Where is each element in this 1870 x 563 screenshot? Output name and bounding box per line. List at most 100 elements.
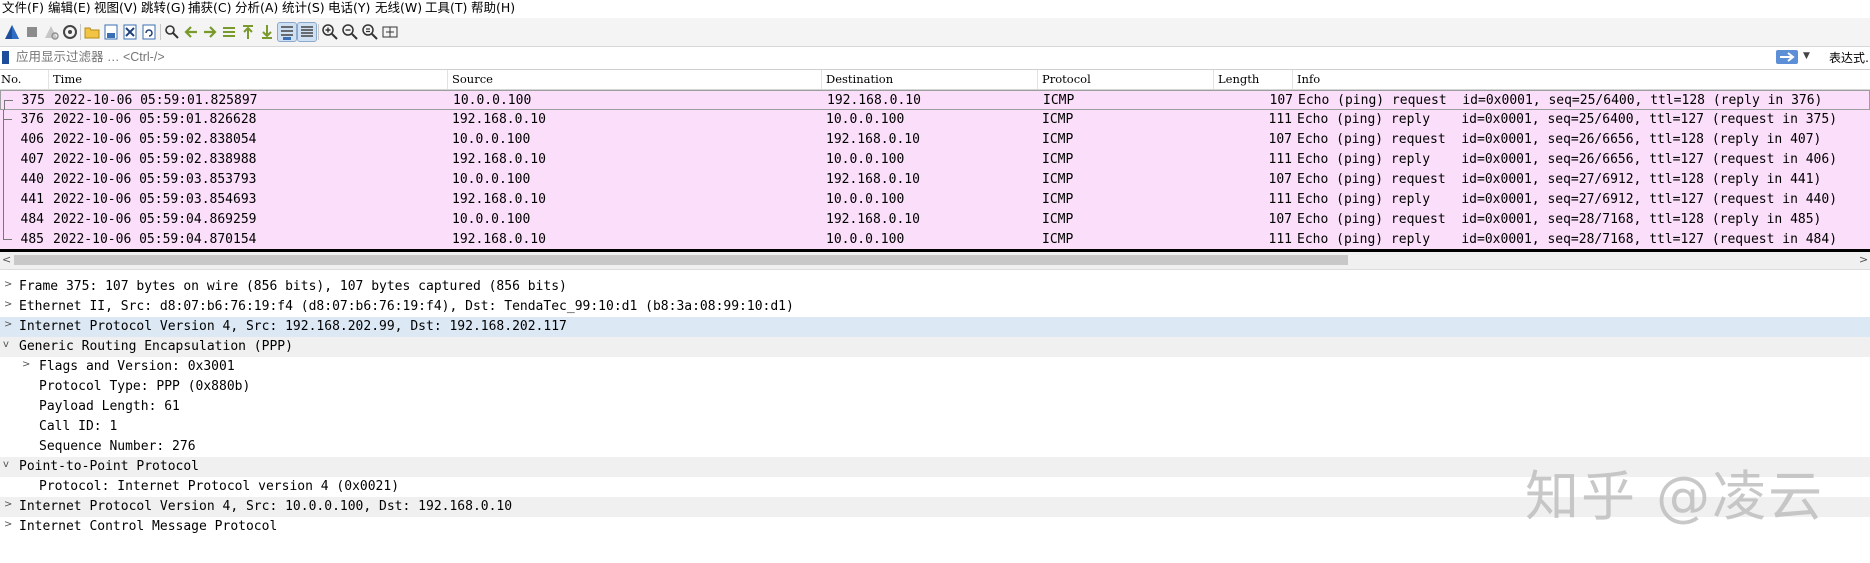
packet-row[interactable]: 485 2022-10-06 05:59:04.870154 192.168.0… [0, 230, 1870, 250]
scroll-left-icon[interactable]: < [2, 253, 11, 266]
stop-capture-icon[interactable] [23, 23, 41, 41]
packet-info: Echo (ping) request id=0x0001, seq=28/71… [1297, 212, 1822, 227]
packet-info: Echo (ping) reply id=0x0001, seq=28/7168… [1297, 232, 1838, 247]
packet-no: 484 [20, 212, 44, 227]
tree-item-ethernet[interactable]: > Ethernet II, Src: d8:07:b6:76:19:f4 (d… [0, 297, 1870, 317]
open-file-icon[interactable] [83, 23, 101, 41]
column-divider[interactable] [447, 70, 448, 89]
go-forward-icon[interactable] [201, 23, 219, 41]
tree-item-label: Frame 375: 107 bytes on wire (856 bits),… [19, 279, 567, 294]
tree-item-ipv4-outer[interactable]: > Internet Protocol Version 4, Src: 192.… [0, 317, 1870, 337]
packet-time: 2022-10-06 05:59:04.870154 [53, 232, 257, 247]
packet-source: 192.168.0.10 [452, 192, 546, 207]
normal-size-icon[interactable] [361, 23, 379, 41]
packet-protocol: ICMP [1042, 232, 1074, 247]
tree-item-label: Internet Protocol Version 4, Src: 10.0.0… [19, 499, 513, 514]
column-divider[interactable] [821, 70, 822, 89]
zoom-in-icon[interactable] [321, 23, 339, 41]
column-header-length[interactable]: Length [1218, 72, 1259, 86]
resize-columns-icon[interactable] [381, 23, 399, 41]
packet-row[interactable]: 375 2022-10-06 05:59:01.825897 10.0.0.10… [0, 90, 1870, 111]
column-header-no[interactable]: No. [1, 72, 21, 86]
chevron-right-icon[interactable]: > [4, 499, 14, 510]
colorize-icon[interactable] [297, 22, 317, 42]
watermark: 知乎 @凌云 [1525, 465, 1825, 528]
packet-row[interactable]: 406 2022-10-06 05:59:02.838054 10.0.0.10… [0, 130, 1870, 150]
packet-source: 10.0.0.100 [453, 93, 532, 108]
start-capture-icon[interactable] [3, 23, 21, 41]
column-header-time[interactable]: Time [53, 72, 82, 86]
bookmark-icon[interactable] [2, 51, 9, 64]
go-to-packet-icon[interactable] [220, 23, 238, 41]
tree-item-gre-flags[interactable]: > Flags and Version: 0x3001 [0, 357, 1870, 377]
tree-item-gre-protocol-type[interactable]: Protocol Type: PPP (0x880b) [0, 377, 1870, 397]
menu-telephony[interactable]: 电话(Y) [328, 0, 370, 16]
capture-options-icon[interactable] [61, 23, 79, 41]
packet-row[interactable]: 376 2022-10-06 05:59:01.826628 192.168.0… [0, 110, 1870, 130]
chevron-down-icon[interactable]: ▼ [1803, 51, 1810, 61]
column-divider[interactable] [1037, 70, 1038, 89]
menu-analyze[interactable]: 分析(A) [235, 0, 278, 16]
packet-time: 2022-10-06 05:59:01.825897 [54, 93, 258, 108]
column-header-source[interactable]: Source [452, 72, 493, 86]
tree-item-gre[interactable]: v Generic Routing Encapsulation (PPP) [0, 337, 1870, 357]
tree-item-label: Payload Length: 61 [39, 399, 180, 414]
packet-destination: 192.168.0.10 [826, 132, 920, 147]
autoscroll-icon[interactable] [277, 22, 297, 42]
chevron-right-icon[interactable]: > [4, 319, 14, 330]
column-header-info[interactable]: Info [1297, 72, 1320, 86]
packet-row[interactable]: 441 2022-10-06 05:59:03.854693 192.168.0… [0, 190, 1870, 210]
tree-item-gre-call-id[interactable]: Call ID: 1 [0, 417, 1870, 437]
scroll-right-icon[interactable]: > [1859, 253, 1868, 266]
menu-help[interactable]: 帮助(H) [471, 0, 515, 16]
display-filter-input[interactable] [16, 49, 1766, 65]
packet-row[interactable]: 484 2022-10-06 05:59:04.869259 10.0.0.10… [0, 210, 1870, 230]
packet-protocol: ICMP [1043, 93, 1075, 108]
tree-item-frame[interactable]: > Frame 375: 107 bytes on wire (856 bits… [0, 277, 1870, 297]
restart-capture-icon[interactable] [42, 23, 60, 41]
packet-row[interactable]: 440 2022-10-06 05:59:03.853793 10.0.0.10… [0, 170, 1870, 190]
zoom-out-icon[interactable] [341, 23, 359, 41]
go-back-icon[interactable] [182, 23, 200, 41]
packet-no: 376 [20, 112, 44, 127]
close-file-icon[interactable] [121, 23, 139, 41]
chevron-down-icon[interactable]: v [3, 459, 13, 470]
column-header-destination[interactable]: Destination [826, 72, 893, 86]
menu-wireless[interactable]: 无线(W) [375, 0, 422, 16]
packet-time: 2022-10-06 05:59:02.838054 [53, 132, 257, 147]
tree-item-gre-payload-length[interactable]: Payload Length: 61 [0, 397, 1870, 417]
column-divider[interactable] [48, 70, 49, 89]
reload-file-icon[interactable] [140, 23, 158, 41]
go-last-packet-icon[interactable] [258, 23, 276, 41]
menu-statistics[interactable]: 统计(S) [282, 0, 325, 16]
horizontal-scrollbar[interactable]: < > [0, 252, 1870, 270]
chevron-right-icon[interactable]: > [4, 519, 14, 530]
tree-item-label: Flags and Version: 0x3001 [39, 359, 235, 374]
column-header-protocol[interactable]: Protocol [1042, 72, 1091, 86]
column-divider[interactable] [1292, 70, 1293, 89]
expression-button[interactable]: 表达式… [1829, 50, 1870, 66]
chevron-down-icon[interactable]: v [3, 339, 13, 350]
packet-row[interactable]: 407 2022-10-06 05:59:02.838988 192.168.0… [0, 150, 1870, 170]
menu-file[interactable]: 文件(F) [2, 0, 44, 16]
packet-no: 441 [20, 192, 44, 207]
menu-view[interactable]: 视图(V) [94, 0, 137, 16]
apply-filter-button[interactable] [1776, 50, 1798, 64]
packet-length: 107 [1268, 212, 1292, 227]
menu-capture[interactable]: 捕获(C) [188, 0, 231, 16]
find-packet-icon[interactable] [163, 23, 181, 41]
save-file-icon[interactable] [102, 23, 120, 41]
column-divider[interactable] [1213, 70, 1214, 89]
chevron-right-icon[interactable]: > [4, 299, 14, 310]
packet-destination: 10.0.0.100 [826, 112, 905, 127]
packet-protocol: ICMP [1042, 172, 1074, 187]
menu-go[interactable]: 跳转(G) [141, 0, 185, 16]
packet-length: 107 [1268, 172, 1292, 187]
menu-tools[interactable]: 工具(T) [425, 0, 467, 16]
chevron-right-icon[interactable]: > [22, 359, 32, 370]
menu-edit[interactable]: 编辑(E) [48, 0, 91, 16]
scrollbar-thumb[interactable] [14, 255, 1348, 265]
packet-no: 375 [21, 93, 45, 108]
go-first-packet-icon[interactable] [239, 23, 257, 41]
chevron-right-icon[interactable]: > [4, 279, 14, 290]
